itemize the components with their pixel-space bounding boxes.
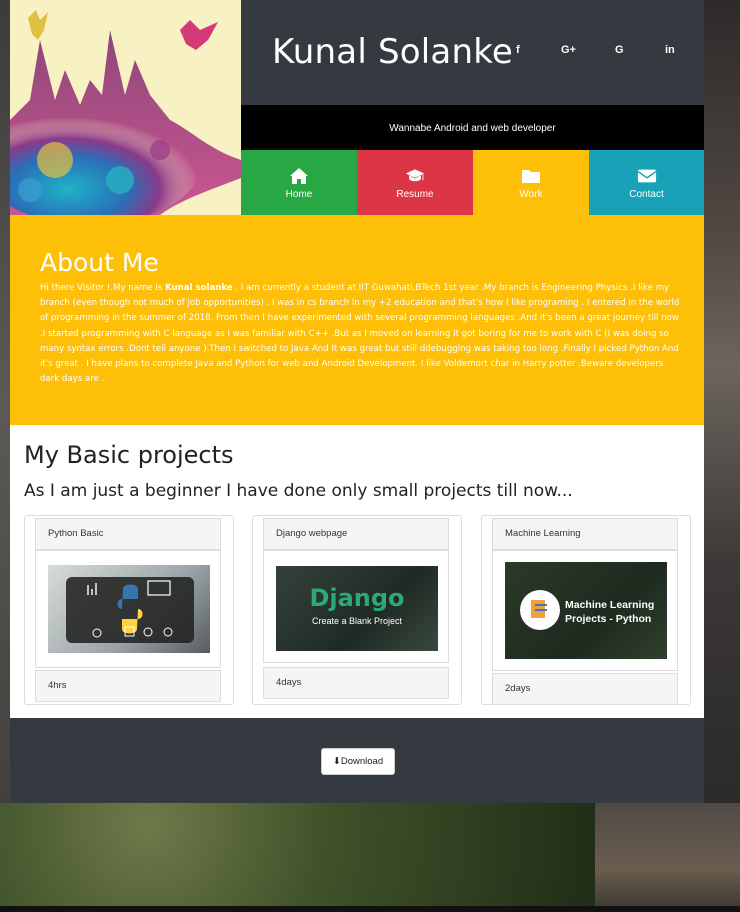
project-card-django[interactable]: Django webpage Django Create a Blank Pro… bbox=[252, 515, 462, 705]
about-heading: About Me bbox=[40, 248, 159, 277]
project-duration: 4hrs bbox=[35, 670, 221, 702]
social-links: f G+ G in bbox=[499, 44, 704, 64]
project-title: Machine Learning bbox=[492, 518, 678, 550]
tab-work-label: Work bbox=[519, 189, 543, 200]
background-image-bottom bbox=[0, 803, 740, 912]
python-thumbnail-image bbox=[48, 565, 210, 653]
hogwarts-watercolor-image bbox=[10, 0, 241, 215]
about-name: Kunal solanke bbox=[165, 283, 233, 293]
tagline: Wannabe Android and web developer bbox=[241, 105, 704, 150]
main-nav: Home Resume Work Contact bbox=[241, 150, 704, 215]
project-card-python[interactable]: Python Basic 4hrs bbox=[24, 515, 234, 705]
project-body bbox=[35, 550, 221, 668]
project-title: Django webpage bbox=[263, 518, 449, 550]
header: Kunal Solanke f G+ G in Wannabe Android … bbox=[10, 0, 704, 215]
project-duration: 2days bbox=[492, 673, 678, 705]
google-plus-icon[interactable]: G+ bbox=[561, 44, 576, 56]
download-icon: ⬇ bbox=[332, 756, 341, 767]
background-image-left bbox=[0, 0, 10, 810]
tab-contact-label: Contact bbox=[629, 189, 664, 200]
project-card-ml[interactable]: Machine Learning Machine Learning Projec… bbox=[481, 515, 691, 705]
projects-subheading: As I am just a beginner I have done only… bbox=[24, 481, 573, 501]
tab-resume[interactable]: Resume bbox=[357, 150, 473, 215]
tab-home[interactable]: Home bbox=[241, 150, 357, 215]
linkedin-icon[interactable]: in bbox=[665, 44, 675, 56]
project-title: Python Basic bbox=[35, 518, 221, 550]
about-text: Hi there Visitor !.My name is Kunal sola… bbox=[40, 281, 680, 387]
django-thumbnail-image: Django Create a Blank Project bbox=[276, 566, 438, 651]
tab-contact[interactable]: Contact bbox=[589, 150, 704, 215]
project-body: Machine Learning Projects - Python bbox=[492, 550, 678, 671]
google-icon[interactable]: G bbox=[615, 44, 624, 56]
tab-resume-label: Resume bbox=[396, 189, 434, 200]
about-section: About Me Hi there Visitor !.My name is K… bbox=[10, 215, 704, 425]
background-image-right bbox=[704, 0, 740, 810]
facebook-icon[interactable]: f bbox=[516, 44, 520, 56]
download-label: Download bbox=[340, 756, 384, 767]
project-duration: 4days bbox=[263, 667, 449, 699]
projects-section: My Basic projects As I am just a beginne… bbox=[10, 425, 704, 718]
projects-heading: My Basic projects bbox=[24, 441, 234, 469]
about-intro: Hi there Visitor !.My name is bbox=[40, 283, 165, 293]
download-button[interactable]: ⬇Download bbox=[321, 748, 395, 775]
envelope-icon bbox=[636, 169, 657, 183]
footer: ⬇Download bbox=[10, 718, 704, 803]
graduation-cap-icon bbox=[405, 169, 425, 182]
tab-work[interactable]: Work bbox=[473, 150, 589, 215]
background-strip bbox=[0, 906, 740, 912]
about-body: . I am currently a student at IIT Guwaha… bbox=[40, 283, 680, 385]
tab-home-label: Home bbox=[285, 189, 313, 200]
folder-icon bbox=[522, 170, 540, 183]
page-container: Kunal Solanke f G+ G in Wannabe Android … bbox=[10, 0, 704, 803]
site-title: Kunal Solanke bbox=[272, 32, 513, 72]
ml-thumbnail-image: Machine Learning Projects - Python bbox=[505, 562, 667, 659]
title-area: Kunal Solanke f G+ G in bbox=[241, 0, 704, 105]
project-body: Django Create a Blank Project bbox=[263, 550, 449, 663]
home-icon bbox=[290, 168, 308, 184]
